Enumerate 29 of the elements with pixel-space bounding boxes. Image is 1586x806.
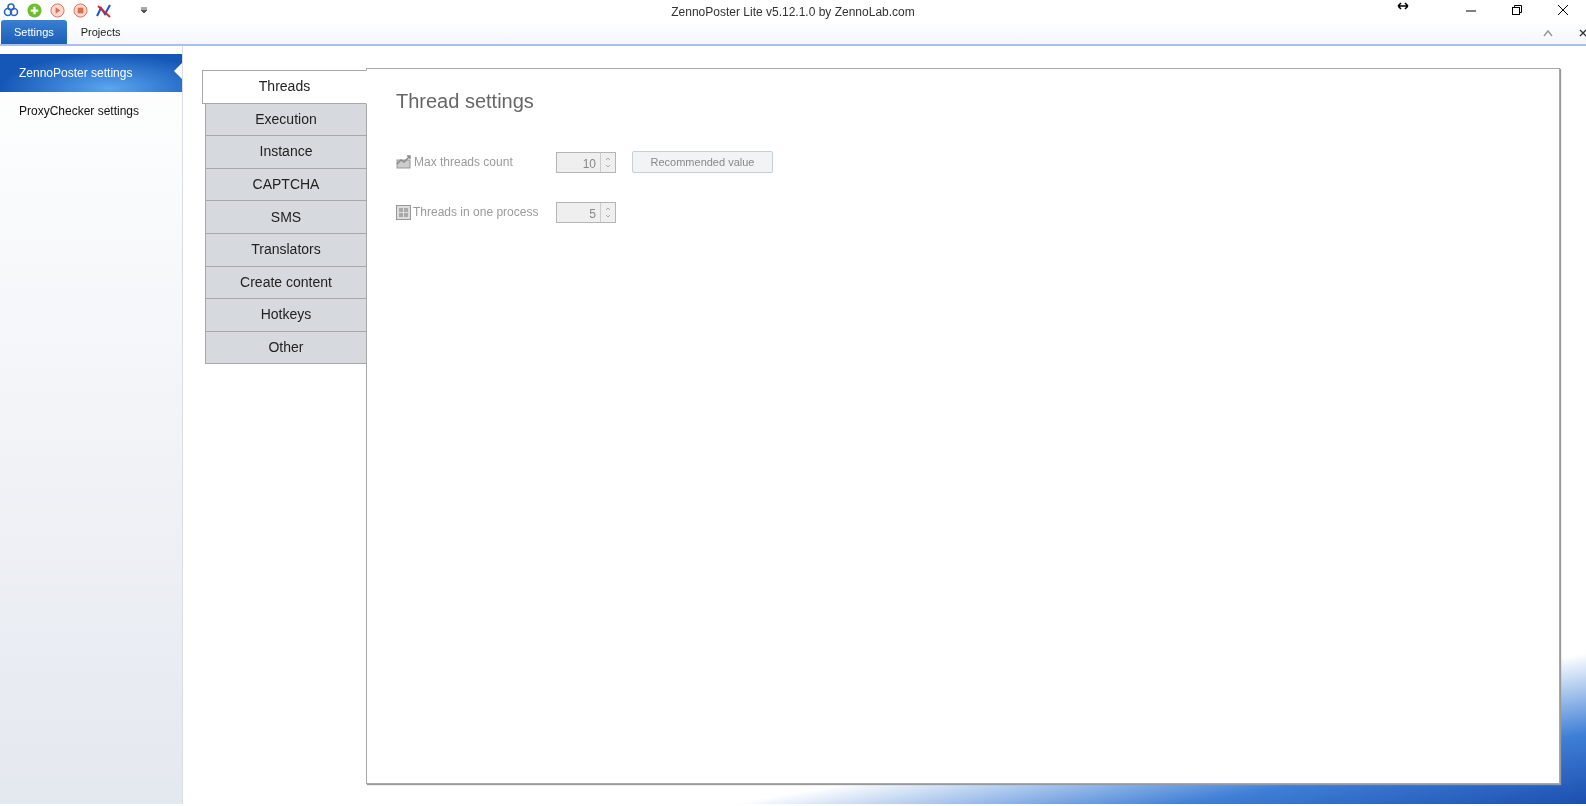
category-tab[interactable]: Translators [205,232,367,267]
category-tab[interactable]: Other [205,330,367,365]
sidebar-item[interactable]: ProxyChecker settings [0,92,182,130]
ribbon-tab[interactable]: Projects [67,19,134,44]
app-logo-icon [3,3,19,17]
chart-icon [396,155,412,169]
restore-icon[interactable] [1512,5,1522,15]
category-tab[interactable]: Threads [202,70,367,104]
panel-title: Thread settings [396,89,535,113]
graph-icon[interactable] [96,2,112,18]
sidebar-item[interactable]: ZennoPoster settings [0,54,182,92]
category-tab[interactable]: Execution [205,102,367,137]
category-tab[interactable]: Create content [205,265,367,300]
category-tab[interactable]: Hotkeys [205,298,367,332]
stop-icon[interactable] [73,2,88,18]
collapse-ribbon-icon[interactable] [1543,29,1553,37]
grid-icon [396,204,411,220]
close-icon[interactable] [1579,29,1586,37]
window-title: ZennoPoster Lite v5.12.1.0 by ZennoLab.com [670,4,916,21]
field-label: Max threads count [414,154,513,171]
resize-icon [1397,2,1409,10]
category-tab[interactable]: Instance [205,135,367,169]
dropdown-icon[interactable] [140,6,148,14]
window-close-icon[interactable] [1558,5,1568,15]
category-tab[interactable]: CAPTCHA [205,167,367,202]
play-icon[interactable] [50,2,65,18]
field-label: Threads in one process [413,204,539,221]
category-tab[interactable]: SMS [205,200,367,234]
ribbon-tab[interactable]: Settings [1,19,67,44]
